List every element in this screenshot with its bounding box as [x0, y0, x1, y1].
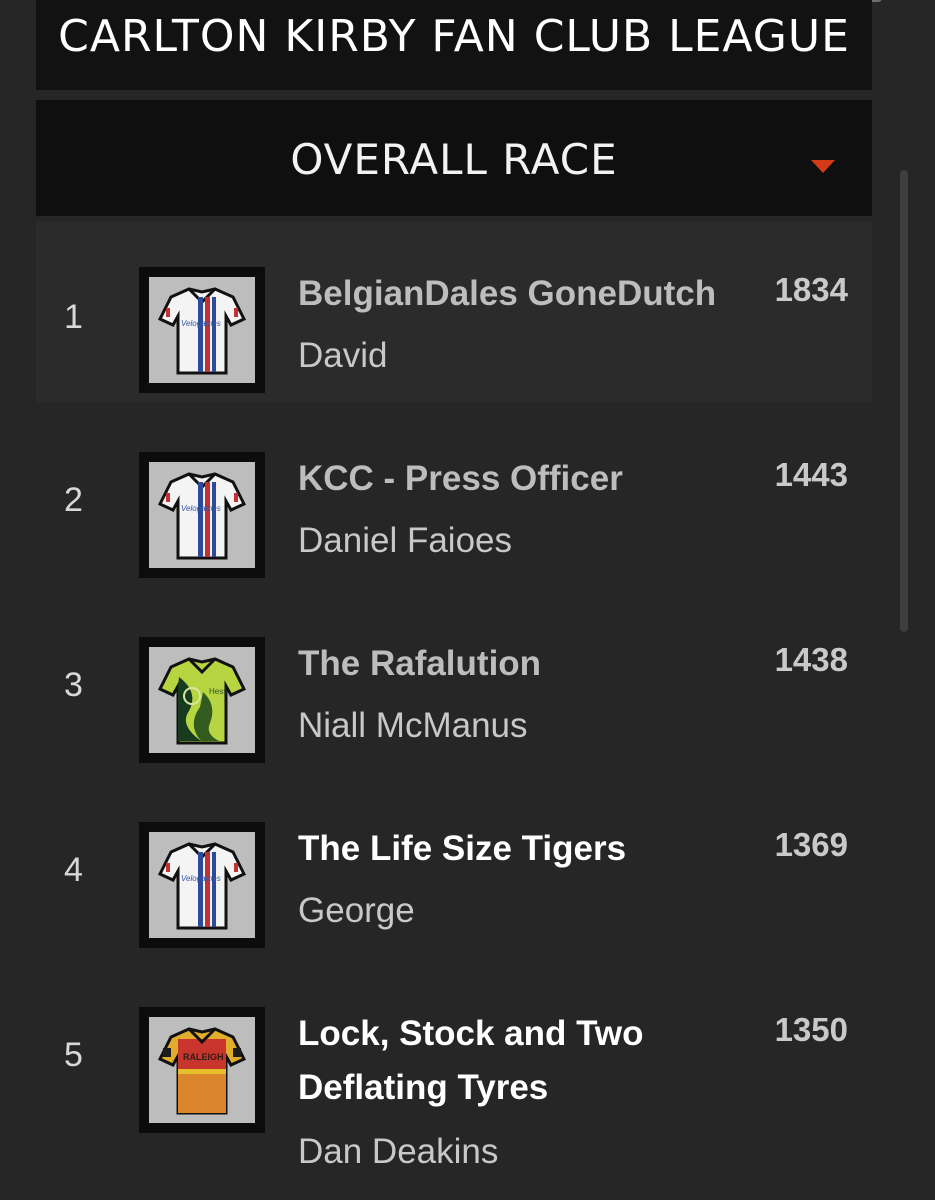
- standing-row[interactable]: 2 Velogames KCC - Press Officer Daniel F…: [36, 402, 872, 587]
- race-select-value: OVERALL RACE: [290, 135, 618, 184]
- team-jersey-image: Velogames: [139, 452, 265, 578]
- team-name[interactable]: Lock, Stock and Two Deflating Tyres: [298, 957, 738, 1115]
- velogames-jersey-icon: Velogames: [149, 462, 255, 568]
- svg-text:Hess: Hess: [209, 687, 227, 696]
- manager-name: Niall McManus: [298, 706, 528, 745]
- team-name[interactable]: The Life Size Tigers: [298, 822, 738, 876]
- standing-row[interactable]: 3 Hess The Rafalution Niall McManus 1438: [36, 587, 872, 772]
- velogames-jersey-icon: Velogames: [149, 832, 255, 938]
- velogames-jersey-icon: Velogames: [149, 277, 255, 383]
- team-name[interactable]: BelgianDales GoneDutch: [298, 267, 738, 321]
- standing-row[interactable]: 1 Velogames BelgianDales GoneDutch David…: [36, 222, 872, 402]
- hess-jersey-icon: Hess: [149, 647, 255, 753]
- rank-number: 1: [64, 298, 83, 336]
- manager-name: David: [298, 336, 388, 375]
- standings-list: 1 Velogames BelgianDales GoneDutch David…: [36, 222, 872, 1200]
- league-screen: CARLTON KIRBY FAN CLUB LEAGUE OVERALL RA…: [0, 0, 935, 1200]
- rank-number: 2: [64, 481, 83, 519]
- team-jersey-image: RALEIGH: [139, 1007, 265, 1133]
- raleigh-jersey-icon: RALEIGH: [149, 1017, 255, 1123]
- standing-row[interactable]: 4 Velogames The Life Size Tigers George …: [36, 772, 872, 957]
- svg-text:RALEIGH: RALEIGH: [183, 1052, 224, 1062]
- team-name[interactable]: KCC - Press Officer: [298, 452, 738, 506]
- league-header: CARLTON KIRBY FAN CLUB LEAGUE: [36, 0, 872, 90]
- manager-name: Dan Deakins: [298, 1132, 499, 1171]
- rank-number: 5: [64, 1036, 83, 1074]
- team-jersey-image: Hess: [139, 637, 265, 763]
- standing-row[interactable]: 5 RALEIGH Lock, Stock and Two Deflating …: [36, 957, 872, 1200]
- team-jersey-image: Velogames: [139, 267, 265, 393]
- team-points: 1834: [774, 271, 848, 308]
- caret-down-icon: [811, 160, 835, 173]
- team-points: 1443: [774, 456, 848, 493]
- svg-text:Velogames: Velogames: [181, 504, 221, 513]
- svg-text:Velogames: Velogames: [181, 874, 221, 883]
- team-name[interactable]: The Rafalution: [298, 637, 738, 691]
- rank-number: 3: [64, 666, 83, 704]
- manager-name: George: [298, 891, 415, 930]
- scrollbar[interactable]: [900, 170, 908, 632]
- team-jersey-image: Velogames: [139, 822, 265, 948]
- rank-number: 4: [64, 851, 83, 889]
- svg-text:Velogames: Velogames: [181, 319, 221, 328]
- manager-name: Daniel Faioes: [298, 521, 512, 560]
- league-title: CARLTON KIRBY FAN CLUB LEAGUE: [58, 11, 850, 62]
- team-points: 1350: [774, 1011, 848, 1048]
- team-points: 1369: [774, 826, 848, 863]
- race-select-dropdown[interactable]: OVERALL RACE: [36, 100, 872, 216]
- team-points: 1438: [774, 641, 848, 678]
